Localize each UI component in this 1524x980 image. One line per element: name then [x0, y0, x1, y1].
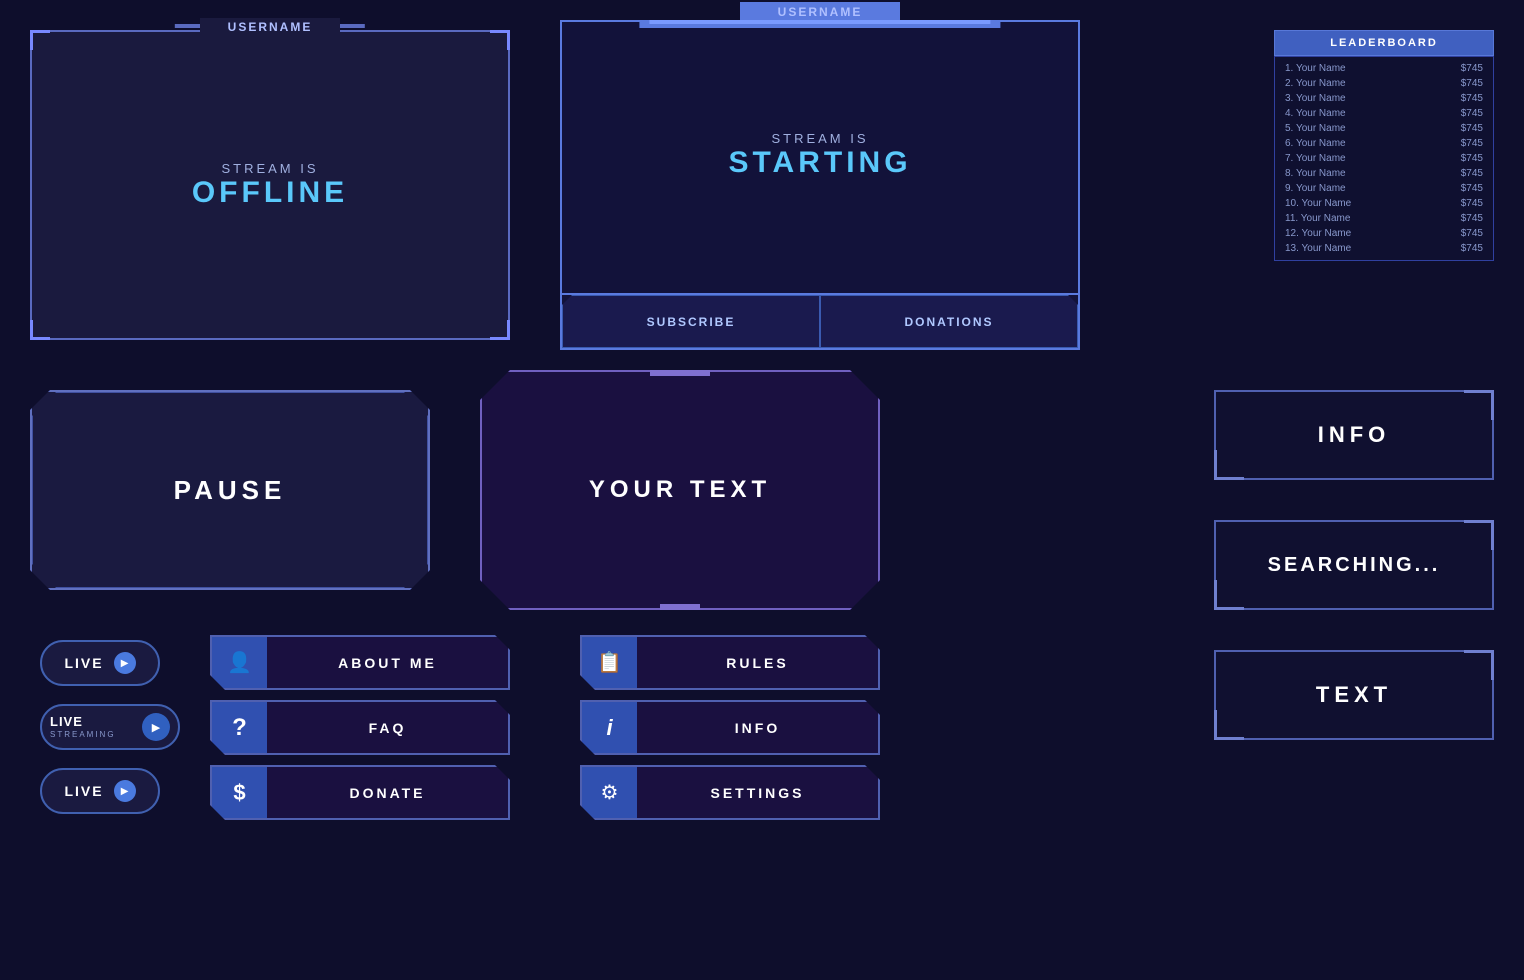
starting-stream-text: STREAM IS — [771, 131, 868, 146]
live-buttons-group: LIVE ▶ LIVE STREAMING ▶ LIVE ▶ — [40, 640, 180, 814]
lb-row-9: 9. Your Name $745 — [1275, 181, 1493, 196]
info-icon-box: i — [582, 702, 637, 753]
lb-row-1: 1. Your Name $745 — [1275, 61, 1493, 76]
pause-text: PAUSE — [174, 475, 287, 506]
rules-button[interactable]: 📋 RULES — [580, 635, 880, 690]
dollar-icon: $ — [233, 780, 245, 806]
lb-row-3: 3. Your Name $745 — [1275, 91, 1493, 106]
about-me-icon-box: 👤 — [212, 637, 267, 688]
lb-row-4: 4. Your Name $745 — [1275, 106, 1493, 121]
info-icon: i — [606, 715, 612, 741]
faq-label: FAQ — [267, 720, 508, 736]
lb-row-2: 2. Your Name $745 — [1275, 76, 1493, 91]
donate-button[interactable]: $ DONATE — [210, 765, 510, 820]
person-icon: 👤 — [227, 650, 252, 675]
info-text: INFO — [1318, 422, 1391, 448]
lb-row-12: 12. Your Name $745 — [1275, 226, 1493, 241]
panel-leaderboard: LEADERBOARD 1. Your Name $745 2. Your Na… — [1274, 30, 1494, 261]
donate-icon-box: $ — [212, 767, 267, 818]
about-me-button[interactable]: 👤 ABOUT ME — [210, 635, 510, 690]
panel-searching: SEARCHING... — [1214, 520, 1494, 610]
live-label-1: LIVE — [64, 655, 103, 671]
text-panel-text: TEXT — [1316, 682, 1392, 708]
panel-text: TEXT — [1214, 650, 1494, 740]
live-label-2: LIVE — [50, 714, 116, 730]
panel-yourtext: YOUR TEXT — [480, 370, 880, 610]
starting-username: USERNAME — [740, 2, 900, 22]
live-button-3[interactable]: LIVE ▶ — [40, 768, 160, 814]
rules-icon-box: 📋 — [582, 637, 637, 688]
offline-status: OFFLINE — [192, 176, 348, 210]
info-button[interactable]: i INFO — [580, 700, 880, 755]
streaming-label: STREAMING — [50, 730, 116, 740]
lb-row-11: 11. Your Name $745 — [1275, 211, 1493, 226]
starting-status: STARTING — [728, 146, 911, 180]
lb-row-10: 10. Your Name $745 — [1275, 196, 1493, 211]
rules-icon: 📋 — [597, 650, 622, 675]
live-button-1[interactable]: LIVE ▶ — [40, 640, 160, 686]
about-me-label: ABOUT ME — [267, 655, 508, 671]
panel-info: INFO — [1214, 390, 1494, 480]
rules-label: RULES — [637, 655, 878, 671]
settings-label: SETTINGS — [637, 785, 878, 801]
subscribe-button[interactable]: SUBSCRIBE — [562, 295, 820, 348]
live-button-2[interactable]: LIVE STREAMING ▶ — [40, 704, 180, 750]
leaderboard-title: LEADERBOARD — [1274, 30, 1494, 56]
gear-icon: ⚙ — [601, 780, 619, 805]
info-label: INFO — [637, 720, 878, 736]
offline-username: USERNAME — [200, 18, 340, 36]
menu-buttons-right: 📋 RULES i INFO ⚙ SETTINGS — [580, 635, 880, 820]
leaderboard-body: 1. Your Name $745 2. Your Name $745 3. Y… — [1274, 56, 1494, 261]
settings-button[interactable]: ⚙ SETTINGS — [580, 765, 880, 820]
live-label-3: LIVE — [64, 783, 103, 799]
panel-pause: PAUSE — [30, 390, 430, 590]
donations-button[interactable]: DONATIONS — [820, 295, 1078, 348]
donate-label: DONATE — [267, 785, 508, 801]
lb-row-6: 6. Your Name $745 — [1275, 136, 1493, 151]
panel-offline: USERNAME STREAM IS OFFLINE — [30, 30, 510, 340]
faq-button[interactable]: ? FAQ — [210, 700, 510, 755]
panel-starting: USERNAME STREAM IS STARTING SUBSCRIBE DO… — [560, 20, 1080, 350]
play-icon-2: ▶ — [142, 713, 170, 741]
settings-icon-box: ⚙ — [582, 767, 637, 818]
lb-row-7: 7. Your Name $745 — [1275, 151, 1493, 166]
lb-row-13: 13. Your Name $745 — [1275, 241, 1493, 256]
yourtext-text: YOUR TEXT — [589, 476, 771, 504]
faq-icon-box: ? — [212, 702, 267, 753]
searching-text: SEARCHING... — [1268, 554, 1441, 577]
question-icon: ? — [232, 714, 247, 742]
play-icon-1: ▶ — [114, 652, 136, 674]
lb-row-8: 8. Your Name $745 — [1275, 166, 1493, 181]
play-icon-3: ▶ — [114, 780, 136, 802]
offline-stream-text: STREAM IS — [221, 161, 318, 176]
menu-buttons-left: 👤 ABOUT ME ? FAQ $ DONATE — [210, 635, 510, 820]
lb-row-5: 5. Your Name $745 — [1275, 121, 1493, 136]
